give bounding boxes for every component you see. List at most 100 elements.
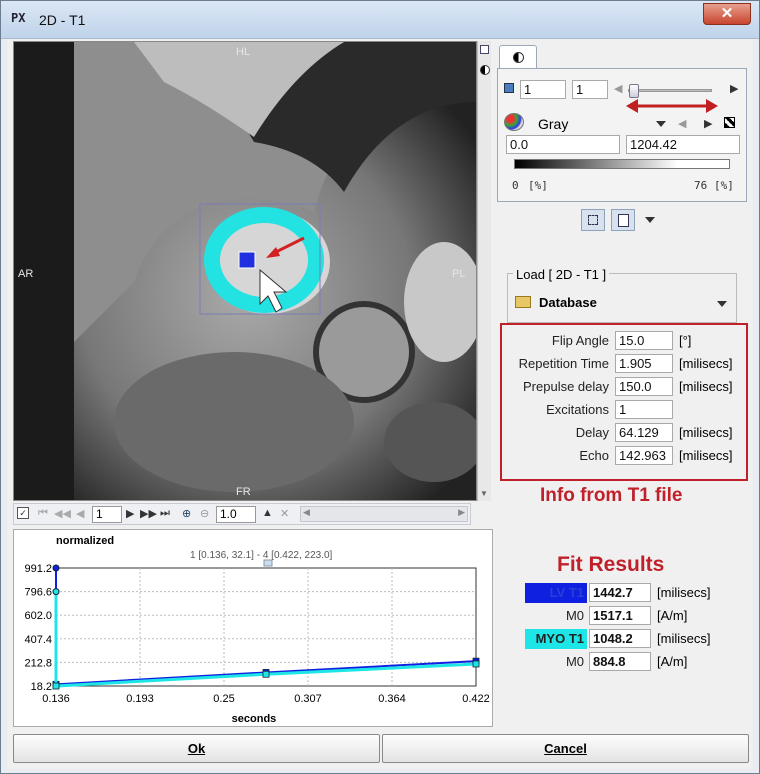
param-value-input[interactable]: 64.129: [615, 423, 673, 442]
mr-image[interactable]: [14, 42, 477, 501]
slider-thumb[interactable]: [629, 84, 639, 98]
scroll-right-icon[interactable]: ▶: [458, 507, 465, 518]
lower-pct-unit: [%]: [528, 179, 548, 192]
orient-bottom-label: FR: [236, 486, 251, 498]
zoom-out-icon[interactable]: ⊖: [200, 507, 209, 520]
fit-row: M0 884.8 [A/m]: [525, 652, 745, 672]
slider-right-icon[interactable]: ▶: [730, 82, 738, 95]
checkbox-icon[interactable]: ✓: [17, 507, 29, 519]
param-value-input[interactable]: 15.0: [615, 331, 673, 350]
param-label: Echo: [579, 448, 609, 463]
upper-pct-unit: [%]: [714, 179, 734, 192]
fit-value-field: 884.8: [589, 652, 651, 671]
lv-roi[interactable]: [238, 251, 256, 269]
slider-left-icon[interactable]: ◀: [614, 82, 622, 95]
data-point[interactable]: [472, 660, 480, 668]
first-frame-icon[interactable]: ⏮: [38, 507, 48, 520]
export-tool-icon: [618, 214, 629, 227]
roi-tool-button[interactable]: [581, 209, 605, 231]
param-unit: [milisecs]: [679, 448, 733, 463]
chart-title: normalized: [56, 535, 114, 547]
last-frame-icon[interactable]: ⏭: [160, 507, 170, 520]
data-point[interactable]: [262, 670, 270, 678]
cancel-label: Cancel: [544, 741, 587, 756]
tab-contrast[interactable]: [499, 45, 537, 69]
frame-input[interactable]: 1: [92, 506, 122, 523]
fit-label: M0: [565, 608, 584, 623]
square-tool-icon[interactable]: [480, 45, 489, 54]
slice-a-input[interactable]: 1: [520, 80, 566, 99]
max-value-input[interactable]: 1204.42: [626, 135, 740, 154]
tool-dropdown-icon[interactable]: [645, 217, 655, 223]
scroll-down-icon[interactable]: ▼: [480, 489, 488, 498]
chart-svg: normalized 1 [0.136, 32.1] - 4 [0.422, 2…: [24, 535, 489, 725]
param-unit: [°]: [679, 333, 692, 348]
prev-fast-icon[interactable]: ◀◀: [54, 507, 71, 520]
colormap-dropdown-icon[interactable]: [656, 121, 666, 127]
horizontal-scrollbar[interactable]: ◀ ▶: [300, 506, 468, 522]
data-point[interactable]: [52, 682, 60, 690]
load-title: Load [ 2D - T1 ]: [513, 267, 610, 282]
data-point[interactable]: [52, 588, 60, 596]
image-viewport[interactable]: HL AR PL FR: [13, 41, 477, 501]
param-unit: [milisecs]: [679, 379, 733, 394]
zoom-in-icon[interactable]: ⊕: [182, 507, 191, 520]
next-frame-icon[interactable]: ▶: [126, 507, 134, 520]
window-title: 2D - T1: [39, 12, 86, 28]
param-unit: [milisecs]: [679, 425, 733, 440]
chart-subtitle: 1 [0.136, 32.1] - 4 [0.422, 223.0]: [190, 550, 333, 561]
zoom-input[interactable]: 1.0: [216, 506, 256, 523]
gray-scale-bar[interactable]: [514, 159, 730, 169]
fit-row: M0 1517.1 [A/m]: [525, 606, 745, 626]
folder-icon: [515, 296, 531, 308]
y-tick-label: 991.2: [24, 563, 52, 575]
param-value-input[interactable]: 1.905: [615, 354, 673, 373]
export-tool-button[interactable]: [611, 209, 635, 231]
next-fast-icon[interactable]: ▶▶: [140, 507, 157, 520]
image-vertical-scrollbar[interactable]: ▼: [477, 41, 491, 501]
slice-b-input[interactable]: 1: [572, 80, 608, 99]
colormap-next-icon[interactable]: ▶: [704, 117, 712, 130]
red-double-arrow: [626, 99, 718, 113]
fit-row: MYO T1 1048.2 [milisecs]: [525, 629, 745, 649]
ok-button[interactable]: Ok: [13, 734, 380, 763]
palette-icon[interactable]: [504, 113, 524, 131]
invert-icon[interactable]: [724, 117, 735, 128]
param-row: Echo 142.963 [milisecs]: [503, 446, 745, 466]
param-value-input[interactable]: 150.0: [615, 377, 673, 396]
param-label: Flip Angle: [551, 333, 609, 348]
scroll-left-icon[interactable]: ◀: [303, 507, 310, 518]
orient-right-label: PL: [452, 268, 466, 280]
colormap-prev-icon[interactable]: ◀: [678, 117, 686, 130]
fit-unit: [milisecs]: [657, 585, 711, 600]
load-source-dropdown[interactable]: Database: [515, 293, 731, 315]
fit-value-field: 1442.7: [589, 583, 651, 602]
y-tick-label: 212.8: [24, 657, 52, 669]
load-source-label: Database: [539, 295, 597, 310]
param-value-input[interactable]: 142.963: [615, 446, 673, 465]
y-tick-label: 407.4: [24, 634, 52, 646]
fit-row: LV T1 1442.7 [milisecs]: [525, 583, 745, 603]
dialog-window: PX 2D - T1 ✕ HL AR PL FR ▼ ✓ ⏮ ◀◀ ◀ 1 ▶ …: [0, 0, 760, 774]
x-tick-label: 0.193: [126, 693, 154, 705]
param-row: Prepulse delay 150.0 [milisecs]: [503, 377, 745, 397]
chart-range-marker[interactable]: [263, 559, 273, 567]
min-value-input[interactable]: 0.0: [506, 135, 620, 154]
x-tick-label: 0.364: [378, 693, 406, 705]
param-value-input[interactable]: 1: [615, 400, 673, 419]
param-row: Excitations 1: [503, 400, 745, 420]
param-label: Repetition Time: [518, 356, 609, 371]
reset-zoom-icon[interactable]: ✕: [280, 507, 289, 520]
contrast-tool-icon[interactable]: [480, 65, 490, 75]
param-label: Delay: [575, 425, 609, 440]
data-point[interactable]: [52, 564, 60, 572]
slice-slider[interactable]: [628, 84, 712, 98]
x-tick-label: 0.307: [294, 693, 322, 705]
close-button[interactable]: ✕: [703, 3, 751, 25]
zoom-up-icon[interactable]: ▲: [262, 507, 273, 519]
title-bar: PX 2D - T1 ✕: [1, 1, 759, 39]
prev-frame-icon[interactable]: ◀: [76, 507, 84, 520]
viewer-control-panel: 1 1 ◀ ▶ Gray ◀ ▶ 0.0 1204.42 0 [%] 76 [%…: [497, 68, 747, 202]
cancel-button[interactable]: Cancel: [382, 734, 749, 763]
app-icon: PX: [11, 11, 26, 25]
